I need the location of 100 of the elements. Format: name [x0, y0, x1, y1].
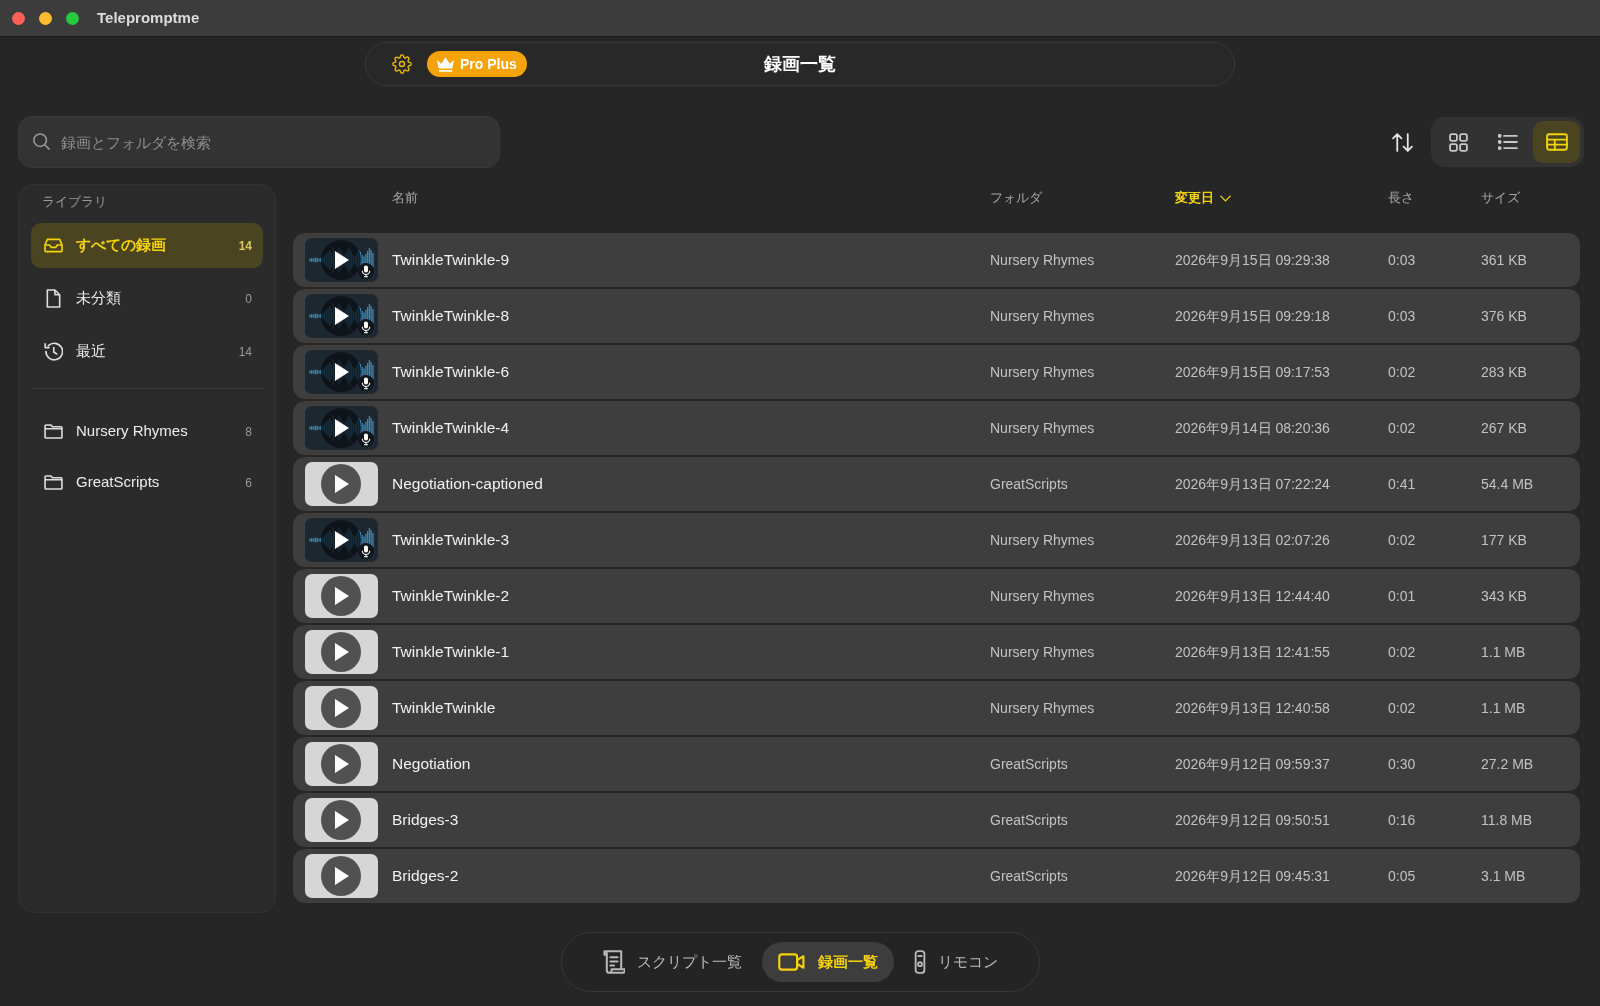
- duration: 0:03: [1388, 250, 1416, 270]
- duration: 0:02: [1388, 698, 1416, 718]
- recording-name: TwinkleTwinkle-6: [392, 362, 510, 383]
- duration: 0:01: [1388, 586, 1416, 606]
- play-icon: [321, 296, 361, 336]
- recording-row[interactable]: TwinkleTwinkle-8 Nursery Rhymes 2026年9月15日 09:29:18 0:03 376 KB: [293, 289, 1580, 343]
- item-count: 14: [238, 343, 252, 361]
- sort-icon: [1391, 132, 1413, 152]
- modified-date: 2026年9月15日 09:29:38: [1175, 250, 1330, 270]
- chevron-down-icon: [1220, 194, 1231, 202]
- crown-icon: [437, 56, 454, 72]
- duration: 0:02: [1388, 642, 1416, 662]
- folder-name: Nursery Rhymes: [990, 530, 1095, 550]
- modified-date: 2026年9月12日 09:50:51: [1175, 810, 1330, 830]
- modified-date: 2026年9月15日 09:29:18: [1175, 306, 1330, 326]
- duration: 0:03: [1388, 306, 1416, 326]
- modified-date: 2026年9月13日 12:41:55: [1175, 642, 1330, 662]
- recording-row[interactable]: Bridges-3 GreatScripts 2026年9月12日 09:50:51 0:16 11.8 MB: [293, 793, 1580, 847]
- item-count: 0: [245, 290, 252, 308]
- recording-name: Bridges-2: [392, 866, 459, 887]
- folder-name: Nursery Rhymes: [990, 250, 1095, 270]
- zoom-button[interactable]: [66, 11, 79, 25]
- file-size: 27.2 MB: [1481, 754, 1534, 774]
- recording-name: Negotiation-captioned: [392, 474, 543, 495]
- recording-row[interactable]: TwinkleTwinkle-1 Nursery Rhymes 2026年9月13日 12:41:55 0:02 1.1 MB: [293, 625, 1580, 679]
- sidebar-item[interactable]: 未分類 0: [31, 276, 263, 321]
- play-icon: [321, 352, 361, 392]
- file-size: 343 KB: [1481, 586, 1527, 606]
- recording-name: TwinkleTwinkle-4: [392, 418, 510, 439]
- duration: 0:16: [1388, 810, 1416, 830]
- settings-icon: [392, 54, 412, 74]
- item-count: 6: [245, 474, 252, 492]
- recording-row[interactable]: Negotiation GreatScripts 2026年9月12日 09:59:37 0:30 27.2 MB: [293, 737, 1580, 791]
- modified-date: 2026年9月13日 02:07:26: [1175, 530, 1330, 550]
- recording-name: Bridges-3: [392, 810, 459, 831]
- play-icon: [321, 744, 361, 784]
- modified-date: 2026年9月13日 12:40:58: [1175, 698, 1330, 718]
- microphone-icon: [358, 431, 374, 447]
- duration: 0:05: [1388, 866, 1416, 886]
- nav-tab[interactable]: 録画一覧: [761, 942, 894, 982]
- play-icon: [321, 576, 361, 616]
- file-size: 177 KB: [1481, 530, 1527, 550]
- column-header[interactable]: 変更日: [1175, 190, 1231, 206]
- file-size: 1.1 MB: [1481, 698, 1526, 718]
- recording-name: TwinkleTwinkle-9: [392, 250, 510, 271]
- recording-row[interactable]: TwinkleTwinkle-4 Nursery Rhymes 2026年9月14日 08:20:36 0:02 267 KB: [293, 401, 1580, 455]
- duration: 0:02: [1388, 362, 1416, 382]
- play-icon: [321, 632, 361, 672]
- play-icon: [321, 688, 361, 728]
- file-size: 376 KB: [1481, 306, 1527, 326]
- search-field[interactable]: 録画とフォルダを検索: [18, 116, 500, 168]
- close-button[interactable]: [12, 11, 25, 25]
- recording-name: TwinkleTwinkle-2: [392, 586, 510, 607]
- modified-date: 2026年9月12日 09:59:37: [1175, 754, 1330, 774]
- play-icon: [321, 800, 361, 840]
- document-icon: [46, 289, 61, 308]
- window-title: Telepromptme: [97, 7, 200, 28]
- search-icon: [33, 133, 50, 150]
- recording-row[interactable]: TwinkleTwinkle-9 Nursery Rhymes 2026年9月15日 09:29:38 0:03 361 KB: [293, 233, 1580, 287]
- list-icon: [1497, 134, 1518, 150]
- sidebar-item[interactable]: すべての録画 14: [31, 223, 263, 268]
- folder-name: Nursery Rhymes: [990, 306, 1095, 326]
- file-size: 3.1 MB: [1481, 866, 1526, 886]
- duration: 0:02: [1388, 530, 1416, 550]
- remote-control-icon: [913, 950, 926, 974]
- settings-button[interactable]: [391, 53, 413, 75]
- file-size: 267 KB: [1481, 418, 1527, 438]
- recording-name: TwinkleTwinkle: [392, 698, 496, 719]
- recording-row[interactable]: Negotiation-captioned GreatScripts 2026年9月13日 07:22:24 0:41 54.4 MB: [293, 457, 1580, 511]
- folder-name: GreatScripts: [990, 754, 1068, 774]
- recording-row[interactable]: TwinkleTwinkle-2 Nursery Rhymes 2026年9月13日 12:44:40 0:01 343 KB: [293, 569, 1580, 623]
- sidebar-item[interactable]: Nursery Rhymes 8: [31, 409, 263, 454]
- item-count: 8: [245, 423, 252, 441]
- column-header[interactable]: フォルダ: [990, 190, 1042, 206]
- nav-tab[interactable]: リモコン: [897, 942, 1014, 982]
- folder-name: Nursery Rhymes: [990, 418, 1095, 438]
- grid-icon: [1449, 132, 1468, 152]
- recording-row[interactable]: TwinkleTwinkle Nursery Rhymes 2026年9月13日 12:40:58 0:02 1.1 MB: [293, 681, 1580, 735]
- duration: 0:02: [1388, 418, 1416, 438]
- folder-name: Nursery Rhymes: [990, 362, 1095, 382]
- column-header[interactable]: 名前: [392, 190, 418, 206]
- modified-date: 2026年9月14日 08:20:36: [1175, 418, 1330, 438]
- folder-name: Nursery Rhymes: [990, 642, 1095, 662]
- recording-row[interactable]: TwinkleTwinkle-3 Nursery Rhymes 2026年9月13日 02:07:26 0:02 177 KB: [293, 513, 1580, 567]
- nav-tab[interactable]: スクリプト一覧: [586, 942, 758, 982]
- minimize-button[interactable]: [39, 11, 52, 25]
- recording-row[interactable]: Bridges-2 GreatScripts 2026年9月12日 09:45:31 0:05 3.1 MB: [293, 849, 1580, 903]
- file-size: 283 KB: [1481, 362, 1527, 382]
- microphone-icon: [358, 319, 374, 335]
- file-size: 361 KB: [1481, 250, 1527, 270]
- modified-date: 2026年9月15日 09:17:53: [1175, 362, 1330, 382]
- microphone-icon: [358, 375, 374, 391]
- view-mode-button[interactable]: [1533, 121, 1580, 163]
- recording-row[interactable]: TwinkleTwinkle-6 Nursery Rhymes 2026年9月15日 09:17:53 0:02 283 KB: [293, 345, 1580, 399]
- column-header[interactable]: サイズ: [1481, 190, 1520, 206]
- history-icon: [44, 342, 63, 361]
- column-header[interactable]: 長さ: [1388, 190, 1414, 206]
- folder-name: GreatScripts: [990, 474, 1068, 494]
- sidebar-item[interactable]: 最近 14: [31, 329, 263, 374]
- sidebar-item[interactable]: GreatScripts 6: [31, 460, 263, 505]
